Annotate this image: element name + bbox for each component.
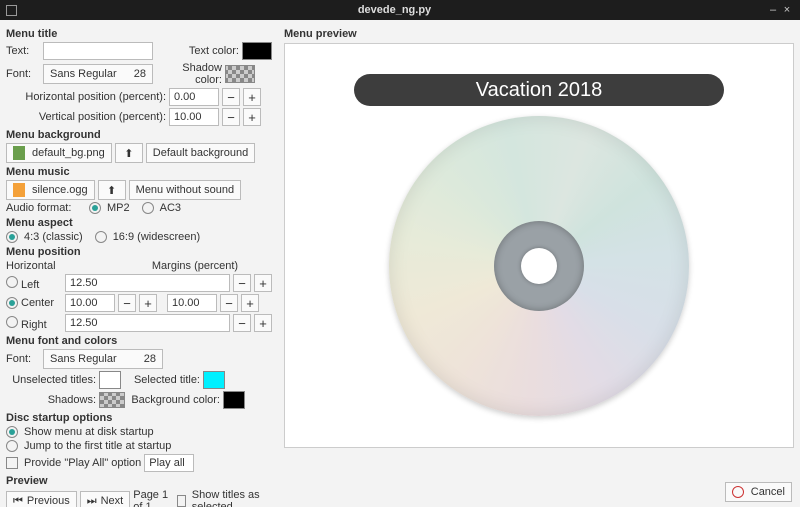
next-icon: ⏭ xyxy=(87,495,97,507)
ac3-label: AC3 xyxy=(160,202,181,214)
image-file-icon xyxy=(13,146,25,160)
prev-icon: ⏮ xyxy=(13,495,23,507)
shadow-color-swatch[interactable] xyxy=(225,65,255,83)
disc-startup-heading: Disc startup options xyxy=(6,412,272,424)
pos-left-radio[interactable] xyxy=(6,276,18,288)
prev-button[interactable]: ⏮Previous xyxy=(6,491,77,507)
menu-position-heading: Menu position xyxy=(6,246,272,258)
bgcolor-label: Background color: xyxy=(128,394,220,406)
menu-aspect-heading: Menu aspect xyxy=(6,217,272,229)
margins-label: Margins (percent) xyxy=(118,260,272,272)
title-text: Vacation 2018 xyxy=(476,79,602,102)
margin-left-value[interactable]: 12.50 xyxy=(65,274,230,292)
unselected-label: Unselected titles: xyxy=(6,374,96,386)
disc-icon xyxy=(389,116,689,416)
audio-format-label: Audio format: xyxy=(6,202,86,214)
show-selected-checkbox[interactable] xyxy=(177,495,186,507)
bg-file-button[interactable]: default_bg.png xyxy=(6,143,112,163)
music-file-button[interactable]: silence.ogg xyxy=(6,180,95,200)
menu-music-heading: Menu music xyxy=(6,166,272,178)
shadow-color-label: Shadow color: xyxy=(156,62,222,86)
shadows-swatch[interactable] xyxy=(99,392,125,408)
play-all-label: Provide "Play All" option xyxy=(24,457,141,469)
menu-bg-heading: Menu background xyxy=(6,129,272,141)
show-selected-label: Show titles as selected xyxy=(192,489,272,507)
default-bg-button[interactable]: Default background xyxy=(146,143,255,163)
title-bar: Vacation 2018 xyxy=(354,74,724,106)
menu-preview-area: Vacation 2018 xyxy=(284,43,794,448)
title-text-input[interactable] xyxy=(43,42,153,60)
text-color-swatch[interactable] xyxy=(242,42,272,60)
play-all-input[interactable] xyxy=(144,454,194,472)
margin-right-value[interactable]: 12.50 xyxy=(65,314,230,332)
unselected-swatch[interactable] xyxy=(99,371,121,389)
show-menu-radio[interactable] xyxy=(6,426,18,438)
audio-file-icon xyxy=(13,183,25,197)
center-v-plus[interactable]: + xyxy=(241,294,259,312)
margin-right-minus[interactable]: − xyxy=(233,314,251,332)
jump-first-radio[interactable] xyxy=(6,440,18,452)
font-label: Font: xyxy=(6,68,40,80)
center-v-value[interactable]: 10.00 xyxy=(167,294,217,312)
aspect-169-label: 16:9 (widescreen) xyxy=(113,231,200,243)
margin-right-plus[interactable]: + xyxy=(254,314,272,332)
margin-left-minus[interactable]: − xyxy=(233,274,251,292)
menu-preview-heading: Menu preview xyxy=(284,28,794,40)
horiz-label: Horizontal xyxy=(6,260,62,272)
menu-font-button[interactable]: Sans Regular28 xyxy=(43,349,163,369)
center-h-plus[interactable]: + xyxy=(139,294,157,312)
show-menu-label: Show menu at disk startup xyxy=(24,426,154,438)
hpos-minus[interactable]: − xyxy=(222,88,240,106)
preview-heading: Preview xyxy=(6,475,272,487)
music-upload-button[interactable]: ⬆ xyxy=(98,180,126,200)
preview-panel: Menu preview Vacation 2018 Cancel xyxy=(278,20,800,507)
minimize-button[interactable]: – xyxy=(766,4,780,16)
hpos-plus[interactable]: + xyxy=(243,88,261,106)
pos-right-radio[interactable] xyxy=(6,316,18,328)
cancel-icon xyxy=(732,486,744,498)
aspect-43-label: 4:3 (classic) xyxy=(24,231,83,243)
aspect-169-radio[interactable] xyxy=(95,231,107,243)
titlebar: devede_ng.py – × xyxy=(0,0,800,20)
upload-icon: ⬆ xyxy=(122,146,136,160)
settings-panel: Menu title Text: Text color: Font: Sans … xyxy=(0,20,278,507)
center-h-minus[interactable]: − xyxy=(118,294,136,312)
vpos-value[interactable]: 10.00 xyxy=(169,108,219,126)
cancel-button[interactable]: Cancel xyxy=(725,482,792,502)
bg-upload-button[interactable]: ⬆ xyxy=(115,143,143,163)
menu-title-heading: Menu title xyxy=(6,28,272,40)
text-label: Text: xyxy=(6,45,40,57)
vpos-plus[interactable]: + xyxy=(243,108,261,126)
mp2-radio[interactable] xyxy=(89,202,101,214)
center-v-minus[interactable]: − xyxy=(220,294,238,312)
aspect-43-radio[interactable] xyxy=(6,231,18,243)
font2-label: Font: xyxy=(6,353,40,365)
title-font-button[interactable]: Sans Regular 28 xyxy=(43,64,153,84)
margin-left-plus[interactable]: + xyxy=(254,274,272,292)
close-button[interactable]: × xyxy=(780,4,794,16)
upload-icon: ⬆ xyxy=(105,183,119,197)
hpos-label: Horizontal position (percent): xyxy=(6,91,166,103)
selected-label: Selected title: xyxy=(124,374,200,386)
shadows-label: Shadows: xyxy=(6,394,96,406)
window-icon xyxy=(6,5,17,16)
vpos-minus[interactable]: − xyxy=(222,108,240,126)
play-all-checkbox[interactable] xyxy=(6,457,18,469)
window-title: devede_ng.py xyxy=(23,4,766,16)
selected-swatch[interactable] xyxy=(203,371,225,389)
pos-center-radio[interactable] xyxy=(6,297,18,309)
vpos-label: Vertical position (percent): xyxy=(6,111,166,123)
menu-font-heading: Menu font and colors xyxy=(6,335,272,347)
next-button[interactable]: ⏭Next xyxy=(80,491,131,507)
mute-button[interactable]: Menu without sound xyxy=(129,180,241,200)
mp2-label: MP2 xyxy=(107,202,130,214)
center-h-value[interactable]: 10.00 xyxy=(65,294,115,312)
bgcolor-swatch[interactable] xyxy=(223,391,245,409)
text-color-label: Text color: xyxy=(173,45,239,57)
jump-first-label: Jump to the first title at startup xyxy=(24,440,171,452)
ac3-radio[interactable] xyxy=(142,202,154,214)
page-label: Page 1 of 1 xyxy=(133,489,173,507)
hpos-value[interactable]: 0.00 xyxy=(169,88,219,106)
